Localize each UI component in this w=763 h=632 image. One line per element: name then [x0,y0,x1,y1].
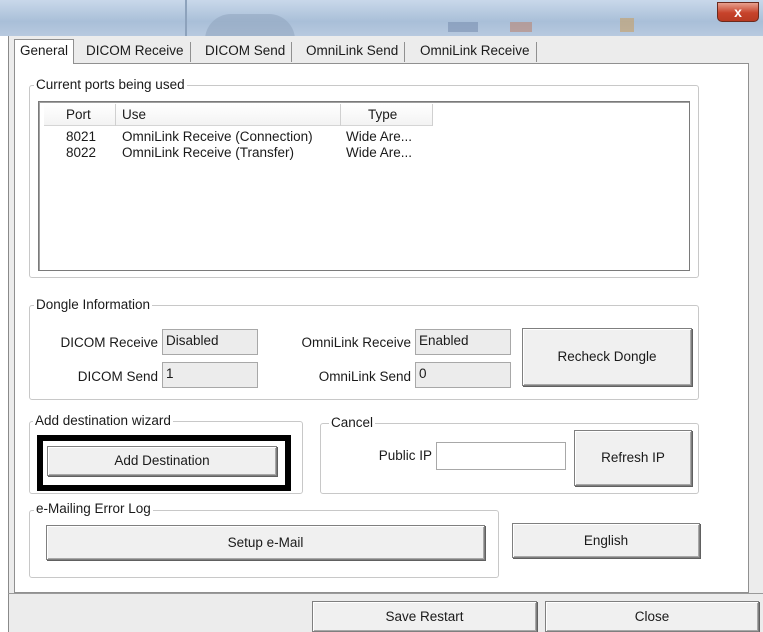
email-group-label: e-Mailing Error Log [34,501,153,517]
dicom-receive-field[interactable]: Disabled [162,329,258,355]
column-header-type[interactable]: Type [368,107,397,123]
public-ip-field[interactable] [436,442,566,470]
ports-list[interactable] [38,101,690,271]
tab-label: DICOM Send [205,43,286,58]
tab-dicom-receive[interactable]: DICOM Receive [80,42,191,62]
omnilink-send-field[interactable]: 0 [415,362,511,388]
tab-omnilink-receive[interactable]: OmniLink Receive [414,42,537,62]
tab-strip-border [14,63,749,64]
dicom-receive-label: DICOM Receive [60,335,158,350]
use-cell[interactable]: OmniLink Receive (Connection) [122,129,313,145]
title-bar [0,0,763,36]
tab-dicom-send[interactable]: DICOM Send [199,42,293,62]
port-cell[interactable]: 8021 [66,129,96,145]
background-window-fragment [510,22,532,32]
type-cell[interactable]: Wide Are... [346,129,412,145]
tab-label: General [20,43,69,58]
column-separator [432,104,433,126]
language-button[interactable]: English [512,523,700,558]
save-restart-button[interactable]: Save Restart [312,601,537,632]
omnilink-receive-field[interactable]: Enabled [415,329,511,355]
column-header-use[interactable]: Use [122,107,146,123]
tab-omnilink-send[interactable]: OmniLink Send [300,42,406,62]
tab-label: OmniLink Receive [420,43,530,58]
dicom-send-field[interactable]: 1 [162,362,258,388]
omnilink-receive-label: OmniLink Receive [301,335,411,350]
cancel-group-label: Cancel [329,415,376,431]
setup-email-button[interactable]: Setup e-Mail [46,525,485,560]
footer-divider [8,593,763,594]
dongle-group-label: Dongle Information [34,297,153,313]
column-header-port[interactable]: Port [66,107,91,123]
refresh-ip-button[interactable]: Refresh IP [574,430,692,486]
wizard-group-label: Add destination wizard [33,413,173,429]
port-cell[interactable]: 8022 [66,145,96,161]
type-cell[interactable]: Wide Are... [346,145,412,161]
title-bar-divider [185,0,187,36]
public-ip-label: Public IP [378,448,432,463]
omnilink-send-label: OmniLink Send [318,369,411,384]
dicom-send-label: DICOM Send [77,369,158,384]
column-separator [115,104,116,126]
background-window-fragment [620,18,634,32]
tab-label: OmniLink Send [306,43,399,58]
highlight-annotation [37,435,291,491]
window-close-button[interactable]: x [717,2,759,22]
close-button[interactable]: Close [545,601,759,632]
tab-label: DICOM Receive [86,43,184,58]
column-separator [340,104,341,126]
ports-group-label: Current ports being used [34,77,187,93]
tab-general[interactable]: General [14,39,75,64]
use-cell[interactable]: OmniLink Receive (Transfer) [122,145,294,161]
recheck-dongle-button[interactable]: Recheck Dongle [522,328,692,386]
background-window-fragment [448,22,478,32]
close-icon: x [734,4,742,20]
dialog-left-border [8,36,9,632]
